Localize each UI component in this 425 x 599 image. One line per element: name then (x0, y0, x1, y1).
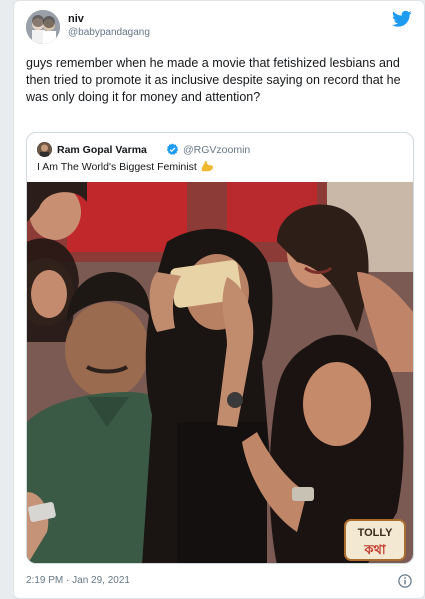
author-display-name[interactable]: niv (68, 13, 150, 26)
quoted-author-name[interactable]: Ram Gopal Varma (57, 144, 147, 156)
info-icon[interactable] (398, 574, 412, 588)
tweet-footer: 2:19 PM · Jan 29, 2021 (26, 574, 412, 590)
quoted-tweet-header: Ram Gopal Varma @RGVzoomin (37, 142, 405, 158)
quoted-tweet-text: I Am The World's Biggest Feminist (37, 160, 213, 173)
flexed-biceps-icon (201, 161, 213, 172)
verified-badge-icon (166, 143, 179, 155)
tweet-header: niv @babypandagang (26, 10, 414, 46)
quoted-author-avatar[interactable] (37, 142, 52, 157)
quoted-author-handle[interactable]: @RGVzoomin (183, 144, 250, 156)
tweet-timestamp[interactable]: 2:19 PM · Jan 29, 2021 (26, 575, 130, 586)
watermark: TOLLY (358, 527, 394, 539)
quoted-tweet[interactable]: Ram Gopal Varma @RGVzoomin I Am The Worl… (26, 132, 414, 564)
quoted-text-content: I Am The World's Biggest Feminist (37, 161, 197, 173)
tweet-card: niv @babypandagang guys remember when he… (13, 0, 425, 599)
twitter-bird-icon[interactable] (392, 10, 412, 28)
author-avatar[interactable] (26, 10, 60, 44)
tweet-text: guys remember when he made a movie that … (26, 56, 401, 104)
watermark-script: কথা (363, 543, 387, 558)
author-names: niv @babypandagang (68, 13, 150, 39)
group-selfie-photo[interactable]: TOLLY কথা (27, 182, 413, 563)
author-handle[interactable]: @babypandagang (68, 26, 150, 39)
